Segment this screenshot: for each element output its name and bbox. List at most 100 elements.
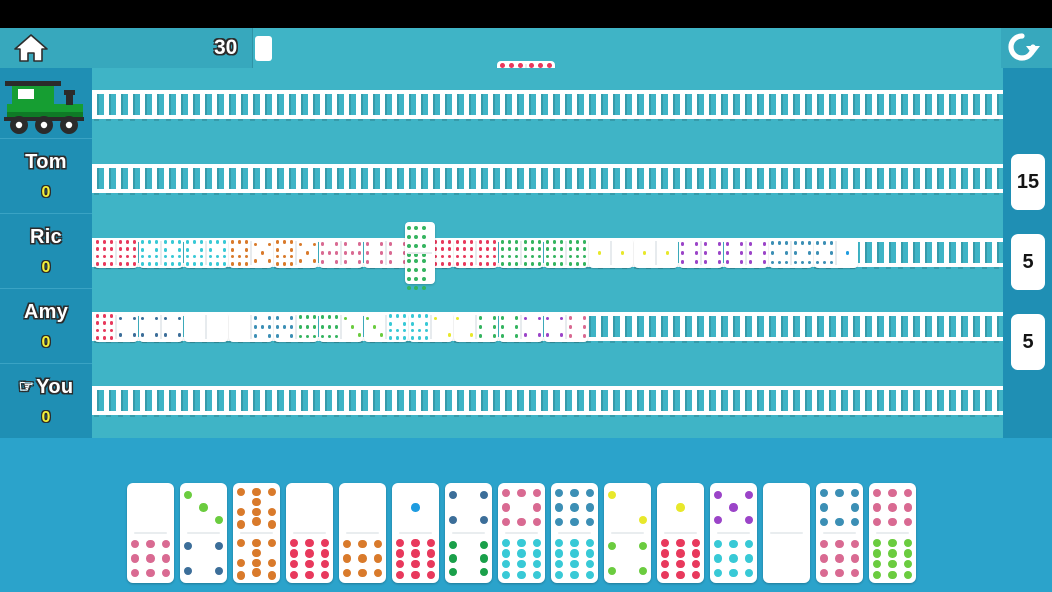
hand-tile[interactable] — [604, 483, 651, 583]
pip — [267, 558, 277, 568]
ric-train-lane[interactable] — [92, 216, 1005, 291]
pip — [582, 324, 587, 329]
pip — [748, 250, 753, 255]
restart-button[interactable] — [998, 29, 1046, 67]
hand-tile[interactable] — [127, 483, 174, 583]
domino-divider — [611, 532, 644, 534]
pip — [252, 507, 261, 517]
domino-tile[interactable] — [409, 311, 453, 342]
domino-tile[interactable] — [94, 311, 138, 342]
pip — [320, 559, 330, 569]
pip — [807, 260, 812, 265]
domino-tile[interactable] — [814, 237, 858, 268]
hand-tile[interactable] — [180, 483, 227, 583]
pip — [888, 538, 897, 547]
player-row-amy[interactable]: Amy 0 — [0, 288, 92, 363]
domino-tile[interactable] — [769, 237, 813, 268]
boneyard-area[interactable] — [252, 28, 1001, 68]
hand-tile[interactable] — [286, 483, 333, 583]
your-hand[interactable] — [127, 483, 922, 583]
domino-tile[interactable] — [454, 237, 498, 268]
pip — [568, 261, 573, 266]
player-panel: Tom 0 Ric 0 Amy 0 ☞ You 0 — [0, 68, 92, 438]
pip — [552, 240, 557, 245]
domino-tile[interactable] — [499, 311, 543, 342]
hand-area — [0, 438, 1052, 592]
domino-tile[interactable] — [319, 311, 363, 342]
pip — [523, 254, 528, 259]
domino-tile[interactable] — [364, 237, 408, 268]
domino-tile[interactable] — [724, 237, 768, 268]
hand-tile[interactable] — [233, 483, 280, 583]
train-marker-badge[interactable]: 5 — [1011, 234, 1045, 290]
domino-tile[interactable] — [274, 237, 318, 268]
hand-tile[interactable] — [445, 483, 492, 583]
boneyard-tile[interactable] — [255, 36, 272, 61]
home-button[interactable] — [8, 29, 54, 67]
domino-tile[interactable] — [319, 237, 363, 268]
pip — [154, 254, 159, 259]
domino-tile[interactable] — [589, 237, 633, 268]
domino-tile[interactable] — [229, 311, 273, 342]
hand-tile[interactable] — [392, 483, 439, 583]
pip — [501, 488, 511, 498]
pip — [215, 261, 220, 266]
pip — [95, 247, 100, 252]
train-marker-badge[interactable]: 15 — [1011, 154, 1045, 210]
pip — [109, 261, 114, 266]
pip — [252, 558, 261, 568]
hand-tile[interactable] — [339, 483, 386, 583]
pip — [275, 261, 280, 266]
hand-tile[interactable] — [657, 483, 704, 583]
domino-tile[interactable] — [634, 237, 678, 268]
domino-tile[interactable] — [274, 311, 318, 342]
hand-tile[interactable] — [551, 483, 598, 583]
pip — [177, 316, 182, 321]
pip — [342, 539, 352, 549]
spinner-domino[interactable] — [405, 222, 435, 291]
mexican-train-lane[interactable] — [92, 68, 1005, 142]
train-marker-badge[interactable]: 5 — [1011, 314, 1045, 370]
domino-tile[interactable] — [94, 237, 138, 268]
hand-tile[interactable] — [869, 483, 916, 583]
domino-tile[interactable] — [499, 237, 543, 268]
pip — [570, 549, 579, 558]
pip — [320, 538, 330, 547]
domino-tile[interactable] — [454, 311, 498, 342]
hand-tile[interactable] — [816, 483, 863, 583]
domino-tile[interactable] — [229, 237, 273, 268]
domino-tile[interactable] — [139, 237, 183, 268]
player-row-ric[interactable]: Ric 0 — [0, 213, 92, 288]
pip — [469, 247, 474, 252]
amy-train-lane[interactable] — [92, 290, 1005, 364]
hand-tile[interactable] — [710, 483, 757, 583]
pip — [185, 240, 190, 245]
pip — [568, 254, 573, 259]
hand-tile[interactable] — [498, 483, 545, 583]
pip — [748, 259, 753, 264]
player-row-you[interactable]: ☞ You 0 — [0, 363, 92, 438]
player-row-tom[interactable]: Tom 0 — [0, 138, 92, 213]
pip — [275, 333, 280, 338]
pip — [585, 538, 595, 547]
pip — [507, 261, 512, 266]
domino-tile[interactable] — [184, 237, 228, 268]
domino-tile[interactable] — [184, 311, 228, 342]
domino-tile[interactable] — [139, 311, 183, 342]
hand-tile[interactable] — [763, 483, 810, 583]
pip — [417, 314, 422, 319]
tom-train-lane[interactable] — [92, 142, 1005, 216]
pip — [260, 250, 265, 255]
pip — [118, 254, 123, 259]
domino-tile[interactable] — [364, 311, 408, 342]
pip — [777, 260, 782, 265]
you-train-lane[interactable] — [92, 364, 1005, 438]
pip — [514, 324, 519, 329]
pip — [850, 568, 860, 578]
domino-tile[interactable] — [544, 237, 588, 268]
domino-tile[interactable] — [679, 237, 723, 268]
domino-tile[interactable] — [544, 311, 588, 342]
pip — [275, 240, 280, 245]
pip — [815, 241, 820, 245]
pip — [253, 315, 258, 320]
